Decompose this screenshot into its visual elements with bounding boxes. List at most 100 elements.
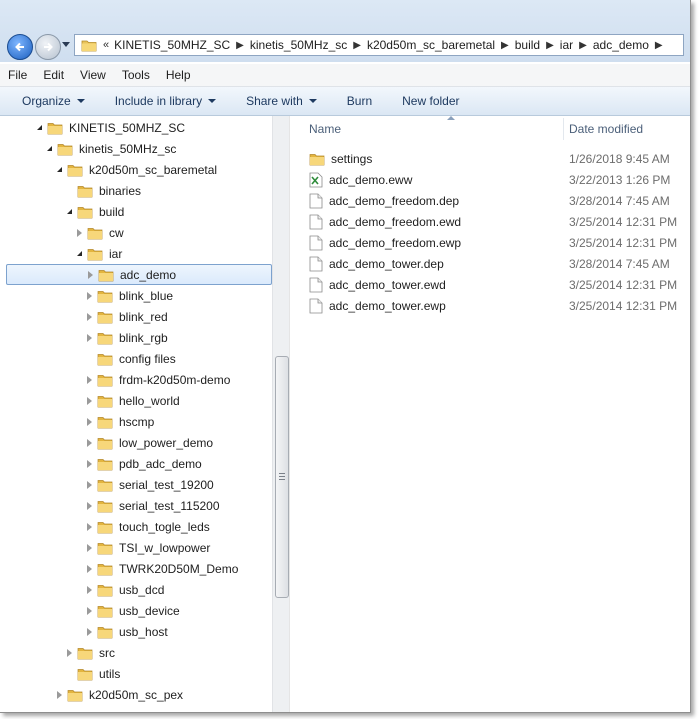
column-divider[interactable] — [563, 118, 564, 140]
collapsed-arrow-icon[interactable] — [84, 501, 94, 511]
breadcrumb-item-iar[interactable]: iar — [560, 38, 573, 52]
collapsed-arrow-icon[interactable] — [84, 396, 94, 406]
tree-item-usb-device[interactable]: usb_device — [0, 600, 270, 621]
pane-splitter[interactable] — [289, 116, 290, 712]
breadcrumb-item-build[interactable]: build — [515, 38, 540, 52]
tree-item-kinetis-50mhz-sc[interactable]: KINETIS_50MHZ_SC — [0, 117, 270, 138]
collapsed-arrow-icon[interactable] — [84, 564, 94, 574]
tree-item-src[interactable]: src — [0, 642, 270, 663]
collapsed-arrow-icon[interactable] — [84, 312, 94, 322]
grip-icon — [279, 473, 285, 481]
forward-button[interactable] — [35, 34, 61, 60]
column-header-name[interactable]: Name — [309, 116, 549, 142]
breadcrumb-overflow[interactable]: « — [103, 39, 109, 51]
expanded-arrow-icon[interactable] — [54, 165, 64, 175]
expanded-arrow-icon[interactable] — [44, 144, 54, 154]
tree-item-frdm-k20d50m-demo[interactable]: frdm-k20d50m-demo — [0, 369, 270, 390]
menu-file[interactable]: File — [0, 68, 35, 82]
tree-item-blink-red[interactable]: blink_red — [0, 306, 270, 327]
file-row[interactable]: adc_demo_freedom.ewd 3/25/2014 12:31 PM — [309, 211, 689, 232]
breadcrumb-item-kinetis-50mhz-sc[interactable]: KINETIS_50MHZ_SC — [114, 38, 230, 52]
tree-item-k20d50m-sc-pex[interactable]: k20d50m_sc_pex — [0, 684, 270, 705]
chevron-right-icon[interactable]: ▶ — [353, 40, 361, 51]
include-in-library-button[interactable]: Include in library — [97, 94, 228, 108]
chevron-right-icon[interactable]: ▶ — [655, 40, 663, 51]
new-folder-button[interactable]: New folder — [384, 94, 471, 108]
chevron-right-icon[interactable]: ▶ — [579, 40, 587, 51]
folder-icon — [77, 647, 93, 659]
back-button[interactable] — [7, 34, 33, 60]
collapsed-arrow-icon[interactable] — [84, 375, 94, 385]
collapsed-arrow-icon[interactable] — [84, 585, 94, 595]
tree-item-cw[interactable]: cw — [0, 222, 270, 243]
tree-item-low-power-demo[interactable]: low_power_demo — [0, 432, 270, 453]
tree-item-kinetis-50mhz-sc[interactable]: kinetis_50MHz_sc — [0, 138, 270, 159]
file-row[interactable]: adc_demo_tower.dep 3/28/2014 7:45 AM — [309, 253, 689, 274]
collapsed-arrow-icon[interactable] — [84, 459, 94, 469]
tree-item-hello-world[interactable]: hello_world — [0, 390, 270, 411]
tree-item-usb-host[interactable]: usb_host — [0, 621, 270, 642]
organize-button[interactable]: Organize — [0, 94, 97, 108]
folder-icon — [87, 248, 103, 260]
collapsed-arrow-icon[interactable] — [85, 270, 95, 280]
file-row[interactable]: adc_demo_freedom.dep 3/28/2014 7:45 AM — [309, 190, 689, 211]
chevron-right-icon[interactable]: ▶ — [236, 40, 244, 51]
tree-item-build[interactable]: build — [0, 201, 270, 222]
collapsed-arrow-icon[interactable] — [84, 291, 94, 301]
menu-tools[interactable]: Tools — [114, 68, 158, 82]
tree-item-binaries[interactable]: binaries — [0, 180, 270, 201]
breadcrumb-item-adc-demo[interactable]: adc_demo — [593, 38, 649, 52]
collapsed-arrow-icon[interactable] — [84, 627, 94, 637]
tree-item-hscmp[interactable]: hscmp — [0, 411, 270, 432]
menu-help[interactable]: Help — [158, 68, 199, 82]
tree-scrollbar[interactable] — [272, 116, 290, 712]
file-row[interactable]: adc_demo.eww 3/22/2013 1:26 PM — [309, 169, 689, 190]
collapsed-arrow-icon[interactable] — [84, 606, 94, 616]
burn-button[interactable]: Burn — [329, 94, 384, 108]
tree-scrollbar-thumb[interactable] — [275, 356, 289, 598]
tree-item-label: serial_test_19200 — [119, 477, 214, 492]
collapsed-arrow-icon[interactable] — [84, 417, 94, 427]
file-row[interactable]: adc_demo_tower.ewd 3/25/2014 12:31 PM — [309, 274, 689, 295]
address-bar[interactable]: « KINETIS_50MHZ_SC ▶ kinetis_50MHz_sc ▶ … — [74, 34, 684, 56]
file-row[interactable]: adc_demo_tower.ewp 3/25/2014 12:31 PM — [309, 295, 689, 316]
column-header-date-modified[interactable]: Date modified — [569, 116, 689, 142]
chevron-right-icon[interactable]: ▶ — [501, 40, 509, 51]
collapsed-arrow-icon[interactable] — [74, 228, 84, 238]
file-row[interactable]: settings 1/26/2018 9:45 AM — [309, 148, 689, 169]
share-with-button[interactable]: Share with — [228, 94, 329, 108]
collapsed-arrow-icon[interactable] — [84, 543, 94, 553]
tree-item-blink-rgb[interactable]: blink_rgb — [0, 327, 270, 348]
tree-item-pdb-adc-demo[interactable]: pdb_adc_demo — [0, 453, 270, 474]
tree-item-k20d50m-sc-baremetal[interactable]: k20d50m_sc_baremetal — [0, 159, 270, 180]
tree-item-config-files[interactable]: config files — [0, 348, 270, 369]
collapsed-arrow-icon[interactable] — [84, 333, 94, 343]
collapsed-arrow-icon[interactable] — [54, 690, 64, 700]
breadcrumb-item-kinetis-50mhz-sc-lower[interactable]: kinetis_50MHz_sc — [250, 38, 347, 52]
breadcrumb-item-k20d50m-sc-baremetal[interactable]: k20d50m_sc_baremetal — [367, 38, 495, 52]
expanded-arrow-icon[interactable] — [34, 123, 44, 133]
navigation-tree[interactable]: KINETIS_50MHZ_SC kinetis_50MHz_sc k20d50m_… — [0, 116, 276, 712]
menu-view[interactable]: View — [72, 68, 114, 82]
collapsed-arrow-icon[interactable] — [84, 522, 94, 532]
menu-edit[interactable]: Edit — [35, 68, 72, 82]
tree-item-blink-blue[interactable]: blink_blue — [0, 285, 270, 306]
expanded-arrow-icon[interactable] — [74, 249, 84, 259]
file-name-label: adc_demo_tower.ewd — [329, 277, 446, 292]
tree-item-tsi-w-lowpower[interactable]: TSI_w_lowpower — [0, 537, 270, 558]
collapsed-arrow-icon[interactable] — [64, 648, 74, 658]
tree-item-touch-togle-leds[interactable]: touch_togle_leds — [0, 516, 270, 537]
tree-item-serial-test-115200[interactable]: serial_test_115200 — [0, 495, 270, 516]
chevron-right-icon[interactable]: ▶ — [546, 40, 554, 51]
collapsed-arrow-icon[interactable] — [84, 438, 94, 448]
collapsed-arrow-icon[interactable] — [84, 480, 94, 490]
expanded-arrow-icon[interactable] — [64, 207, 74, 217]
tree-item-utils[interactable]: utils — [0, 663, 270, 684]
tree-item-adc-demo[interactable]: adc_demo — [6, 264, 272, 285]
tree-item-iar[interactable]: iar — [0, 243, 270, 264]
tree-item-serial-test-19200[interactable]: serial_test_19200 — [0, 474, 270, 495]
tree-item-twrk20d50m-demo[interactable]: TWRK20D50M_Demo — [0, 558, 270, 579]
file-row[interactable]: adc_demo_freedom.ewp 3/25/2014 12:31 PM — [309, 232, 689, 253]
recent-pages-dropdown[interactable] — [62, 42, 70, 47]
tree-item-usb-dcd[interactable]: usb_dcd — [0, 579, 270, 600]
